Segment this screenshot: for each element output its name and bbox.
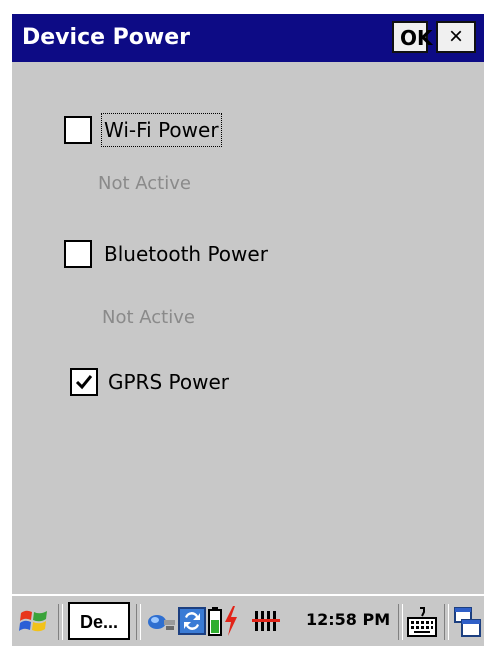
- taskbar-separator: [444, 604, 449, 640]
- gprs-power-checkbox[interactable]: [70, 368, 98, 396]
- windows-flag-icon[interactable]: [18, 605, 50, 637]
- taskbar: De... 12:58 PM: [12, 594, 484, 646]
- charging-icon[interactable]: [223, 605, 239, 637]
- bluetooth-power-checkbox[interactable]: [64, 240, 92, 268]
- signal-icon[interactable]: [252, 609, 280, 633]
- ok-button[interactable]: OK: [392, 21, 433, 53]
- window-switch-icon[interactable]: [452, 606, 482, 638]
- taskbar-separator: [398, 604, 403, 640]
- bluetooth-status-text: Not Active: [102, 307, 195, 328]
- close-button[interactable]: ×: [436, 21, 476, 53]
- wifi-status-text: Not Active: [98, 173, 191, 194]
- settings-panel: Wi-Fi Power Not Active Bluetooth Power N…: [12, 62, 484, 594]
- checkmark-icon: [75, 375, 93, 390]
- keyboard-icon[interactable]: [406, 606, 438, 638]
- device-screen: Device Power OK × Wi-Fi Power Not Active…: [12, 0, 484, 646]
- clock[interactable]: 12:58 PM: [306, 609, 390, 631]
- bluetooth-power-label[interactable]: Bluetooth Power: [104, 240, 268, 268]
- window-title: Device Power: [22, 25, 191, 50]
- title-bar: Device Power OK ×: [12, 14, 484, 62]
- gprs-power-label[interactable]: GPRS Power: [108, 368, 229, 396]
- sync-icon[interactable]: [178, 607, 206, 635]
- network-icon[interactable]: [146, 608, 176, 634]
- taskbar-separator: [136, 604, 141, 640]
- task-button-device-power[interactable]: De...: [68, 602, 130, 640]
- wifi-power-checkbox[interactable]: [64, 116, 92, 144]
- close-icon: ×: [448, 23, 463, 50]
- wifi-power-label[interactable]: Wi-Fi Power: [101, 113, 222, 147]
- taskbar-separator: [58, 604, 63, 640]
- battery-icon[interactable]: [208, 606, 222, 636]
